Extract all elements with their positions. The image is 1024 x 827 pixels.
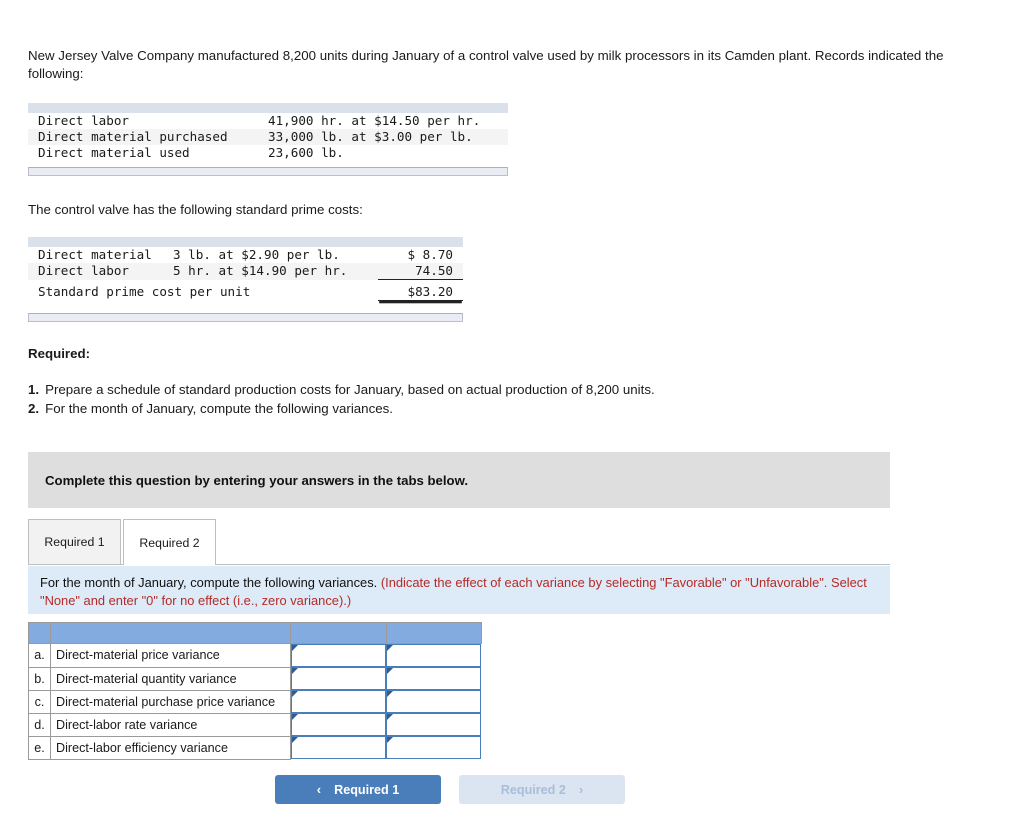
required-2-nav-label: Required 2 [500,782,566,797]
table-row: d. Direct-labor rate variance [28,712,481,737]
effect-input[interactable] [386,690,481,713]
standards-intro-text: The control valve has the following stan… [28,202,363,217]
standards-label: Direct material [38,247,152,262]
standards-amount: 74.50 [378,263,463,280]
amount-input[interactable] [291,644,386,667]
required-1-nav-label: Required 1 [334,782,400,797]
chevron-right-icon: › [578,782,584,797]
table-row: Direct labor 41,900 hr. at $14.50 per hr… [28,113,508,129]
actuals-label: Direct labor [38,113,129,128]
required-list: 1. Prepare a schedule of standard produc… [28,380,928,418]
amount-input-cell[interactable] [291,690,386,713]
table-row: Direct material 3 lb. at $2.90 per lb. $… [28,247,463,263]
amount-input-cell[interactable] [291,644,386,667]
standards-total-amount: $83.20 [378,279,463,301]
required-heading: Required: [28,346,91,361]
required-2-nav-button[interactable]: Required 2 › [459,775,625,804]
actuals-label: Direct material used [38,145,190,160]
header-amount-col [290,622,387,644]
row-index: e. [28,735,51,760]
actuals-table: Direct labor 41,900 hr. at $14.50 per hr… [28,113,508,161]
list-item: 2. For the month of January, compute the… [28,399,928,418]
table-row: c. Direct-material purchase price varian… [28,689,481,714]
tab-required-1[interactable]: Required 1 [28,519,121,564]
standards-table: Direct material 3 lb. at $2.90 per lb. $… [28,247,463,301]
actuals-detail: 23,600 lb. [268,145,344,160]
problem-page: New Jersey Valve Company manufactured 8,… [0,0,1024,827]
effect-input[interactable] [386,736,481,759]
actuals-table-wrapper: Direct labor 41,900 hr. at $14.50 per hr… [28,103,508,176]
table-row: b. Direct-material quantity variance [28,666,481,691]
actuals-table-header-strip [28,103,508,113]
actuals-label: Direct material purchased [38,129,228,144]
header-label-col [50,622,291,644]
required-item-number: 1. [28,382,40,397]
standards-label: Direct labor [38,263,129,279]
table-row: Direct material used 23,600 lb. [28,145,508,161]
row-label: Direct-material purchase price variance [50,689,291,714]
effect-input[interactable] [386,644,481,667]
amount-input-cell[interactable] [291,736,386,759]
required-item-number: 2. [28,401,40,416]
amount-input-cell[interactable] [291,713,386,736]
amount-input[interactable] [291,690,386,713]
row-label: Direct-labor efficiency variance [50,735,291,760]
callout-black-text: For the month of January, compute the fo… [40,575,381,590]
list-item: 1. Prepare a schedule of standard produc… [28,380,928,399]
table-row: a. Direct-material price variance [28,643,481,668]
actuals-detail: 41,900 hr. at $14.50 per hr. [268,113,481,128]
actuals-table-scroll-rail[interactable] [28,167,508,176]
navigation-buttons: ‹ Required 1 Required 2 › [275,775,625,804]
table-header-row [28,622,482,644]
table-row: Direct material purchased 33,000 lb. at … [28,129,508,145]
required-1-nav-button[interactable]: ‹ Required 1 [275,775,441,804]
chevron-left-icon: ‹ [316,782,322,797]
row-index: c. [28,689,51,714]
row-label: Direct-material price variance [50,643,291,668]
standards-table-wrapper: Direct material 3 lb. at $2.90 per lb. $… [28,237,463,322]
required-item-text: For the month of January, compute the fo… [45,401,393,416]
row-index: a. [28,643,51,668]
row-index: b. [28,666,51,691]
row-label: Direct-material quantity variance [50,666,291,691]
standards-detail: 5 hr. at $14.90 per hr. [173,263,348,279]
actuals-detail: 33,000 lb. at $3.00 per lb. [268,129,473,144]
standards-amount: $ 8.70 [407,247,454,262]
amount-input[interactable] [291,736,386,759]
effect-input-cell[interactable] [386,736,481,759]
instructions-banner-text: Complete this question by entering your … [45,472,469,488]
instructions-banner: Complete this question by entering your … [28,452,890,508]
amount-input[interactable] [291,667,386,690]
amount-input[interactable] [291,713,386,736]
header-effect-col [385,622,482,644]
tab-required-2[interactable]: Required 2 [123,519,216,565]
required-item-text: Prepare a schedule of standard productio… [45,382,655,397]
amount-input-cell[interactable] [291,667,386,690]
effect-input-cell[interactable] [386,713,481,736]
row-label: Direct-labor rate variance [50,712,291,737]
header-index-col [28,622,51,644]
effect-input[interactable] [386,713,481,736]
effect-input-cell[interactable] [386,690,481,713]
table-row: Direct labor 5 hr. at $14.90 per hr. 74.… [28,263,463,280]
standards-total-label: Standard prime cost per unit [38,284,251,299]
question-callout: For the month of January, compute the fo… [28,566,890,614]
problem-intro-text: New Jersey Valve Company manufactured 8,… [28,48,944,81]
variance-answer-table: a. Direct-material price variance b. Dir… [28,622,482,760]
effect-input-cell[interactable] [386,667,481,690]
standards-detail: 3 lb. at $2.90 per lb. [173,247,340,262]
standards-table-header-strip [28,237,463,247]
effect-input-cell[interactable] [386,644,481,667]
table-row: Standard prime cost per unit $83.20 [28,279,463,301]
effect-input[interactable] [386,667,481,690]
standards-table-scroll-rail[interactable] [28,313,463,322]
row-index: d. [28,712,51,737]
table-row: e. Direct-labor efficiency variance [28,735,481,760]
tab-strip: Required 1 Required 2 [28,518,890,565]
